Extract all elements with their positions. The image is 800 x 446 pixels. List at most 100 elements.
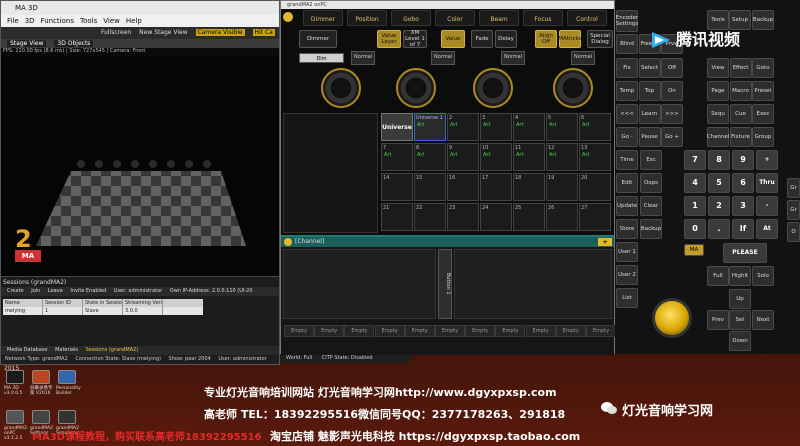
universe-cell[interactable]: 14 <box>381 173 413 201</box>
key-b-2[interactable]: Goto <box>752 58 774 78</box>
solo-key[interactable]: Solo <box>752 266 774 286</box>
empty-executor[interactable]: Empty <box>495 325 526 337</box>
key-b-10[interactable]: Fixture <box>729 127 752 147</box>
universe-cell[interactable]: 26 <box>546 203 578 231</box>
key-3[interactable]: Temp <box>616 81 638 101</box>
highlt-key[interactable]: Highlt <box>729 266 751 286</box>
invite-enabled-toggle[interactable]: Invite Enabled <box>70 288 106 294</box>
numpad-key-0[interactable]: 7 <box>684 150 706 170</box>
key-c-3[interactable]: Oops <box>640 173 662 193</box>
feature-button-1[interactable]: Value Layer <box>377 30 401 48</box>
channel-grid-right[interactable] <box>454 249 612 319</box>
key-c-10[interactable]: List <box>616 288 638 308</box>
universe-cell[interactable]: 21 <box>381 203 413 231</box>
universe-cell[interactable]: 2 Art <box>447 113 479 141</box>
key-2[interactable]: Off <box>661 58 683 78</box>
universe-cell[interactable]: 10 Art <box>480 143 512 171</box>
empty-executor[interactable]: Empty <box>525 325 556 337</box>
numpad-key-11[interactable]: - <box>756 196 778 216</box>
gma-titlebar[interactable]: grandMA2 onPC <box>281 1 614 9</box>
tab-3d-objects[interactable]: 3D Objects <box>54 40 94 47</box>
universe-cell[interactable]: 5 Art <box>546 113 578 141</box>
preset-tab-gobo[interactable]: Gobo <box>391 10 431 26</box>
empty-executor[interactable]: Empty <box>586 325 616 337</box>
universe-cell[interactable]: Universe 1 Art <box>414 113 446 141</box>
numpad-key-9[interactable]: 2 <box>708 196 730 216</box>
key-b-5[interactable]: Preset <box>752 81 774 101</box>
tab-sessions[interactable]: Sessions (grandMA2) <box>86 347 139 353</box>
universe-cell[interactable]: 6 Art <box>579 113 611 141</box>
preset-tab-dimmer[interactable]: Dimmer <box>303 10 343 26</box>
desktop-icon[interactable] <box>6 410 24 424</box>
join-button[interactable]: Join <box>31 288 40 294</box>
numpad-key-1[interactable]: 8 <box>708 150 730 170</box>
menu-functions[interactable]: Functions <box>41 17 74 25</box>
encoder-knob-2[interactable] <box>396 68 436 108</box>
key-8[interactable]: >>> <box>661 104 683 124</box>
setup-button[interactable]: Setup <box>729 10 751 30</box>
backup-button[interactable]: Backup <box>752 10 774 30</box>
empty-executor[interactable]: Empty <box>404 325 435 337</box>
add-icon[interactable]: + <box>598 238 612 246</box>
key-c-1[interactable]: Esc <box>640 150 662 170</box>
numpad-key-8[interactable]: 1 <box>684 196 706 216</box>
key-c-2[interactable]: Edit <box>616 173 638 193</box>
key-b-1[interactable]: Effect <box>729 58 752 78</box>
numpad-key-10[interactable]: 3 <box>732 196 754 216</box>
universe-cell[interactable]: 22 <box>414 203 446 231</box>
menu-tools[interactable]: Tools <box>80 17 97 25</box>
empty-executor[interactable]: Empty <box>284 325 314 337</box>
numpad-key-2[interactable]: 9 <box>732 150 754 170</box>
encoder-knob-1[interactable] <box>321 68 361 108</box>
create-button[interactable]: Create <box>7 288 24 294</box>
universe-cell[interactable]: 17 <box>480 173 512 201</box>
key-c-4[interactable]: Update <box>616 196 638 216</box>
up-key[interactable]: Up <box>729 289 751 309</box>
numpad-key-6[interactable]: 6 <box>732 173 754 193</box>
side-key-1[interactable]: Gr <box>787 200 800 220</box>
please-key[interactable]: PLEASE <box>723 243 767 263</box>
key-11[interactable]: Go + <box>661 127 683 147</box>
empty-executor[interactable]: Empty <box>344 325 375 337</box>
set-key[interactable]: Set <box>729 310 751 330</box>
tools-button[interactable]: Tools <box>707 10 729 30</box>
universe-cell[interactable]: 11 Art <box>513 143 545 171</box>
encoder-knob-4[interactable] <box>553 68 593 108</box>
table-row[interactable]: meiying 1 Slave 3.0.0 <box>3 307 203 315</box>
universe-button[interactable]: Universe <box>381 113 413 141</box>
key-10[interactable]: Pause <box>638 127 661 147</box>
encoder-knob-3[interactable] <box>473 68 513 108</box>
universe-cell[interactable]: 12 Art <box>546 143 578 171</box>
universe-cell[interactable]: 25 <box>513 203 545 231</box>
ma-key[interactable]: MA <box>684 244 704 256</box>
empty-executor[interactable]: Empty <box>465 325 496 337</box>
universe-cell[interactable]: 13 Art <box>579 143 611 171</box>
universe-cell[interactable]: 3 Art <box>480 113 512 141</box>
numpad-key-12[interactable]: 0 <box>684 219 706 239</box>
numpad-key-15[interactable]: At <box>756 219 778 239</box>
trackball[interactable] <box>652 298 692 338</box>
key-c-5[interactable]: Clear <box>640 196 662 216</box>
desktop-icon[interactable] <box>32 370 50 384</box>
prev-key[interactable]: Prev <box>707 310 729 330</box>
key-7[interactable]: Learn <box>638 104 661 124</box>
hit-camera-toggle[interactable]: Hit Ca <box>252 29 275 36</box>
tab-media-database[interactable]: Media Database <box>7 347 47 353</box>
key-1[interactable]: Select <box>638 58 661 78</box>
key-c-7[interactable]: Backup <box>640 219 662 239</box>
key-b-9[interactable]: Channel <box>707 127 729 147</box>
key-9[interactable]: Go - <box>616 127 638 147</box>
full-key[interactable]: Full <box>707 266 729 286</box>
numpad-key-4[interactable]: 4 <box>684 173 706 193</box>
channel-ball-icon[interactable] <box>284 238 292 246</box>
new-stage-view-button[interactable]: New Stage View <box>139 29 187 36</box>
empty-executor[interactable]: Empty <box>314 325 345 337</box>
menu-3d[interactable]: 3D <box>25 17 35 25</box>
key-blind[interactable]: Blind <box>616 34 638 54</box>
next-key[interactable]: Next <box>752 310 774 330</box>
side-key-2[interactable]: O <box>787 222 800 242</box>
channel-grid-left[interactable] <box>283 249 436 319</box>
gma-menu-ball-icon[interactable] <box>283 12 293 22</box>
universe-cell[interactable]: 20 <box>579 173 611 201</box>
tab-materials[interactable]: Materials <box>55 347 78 353</box>
